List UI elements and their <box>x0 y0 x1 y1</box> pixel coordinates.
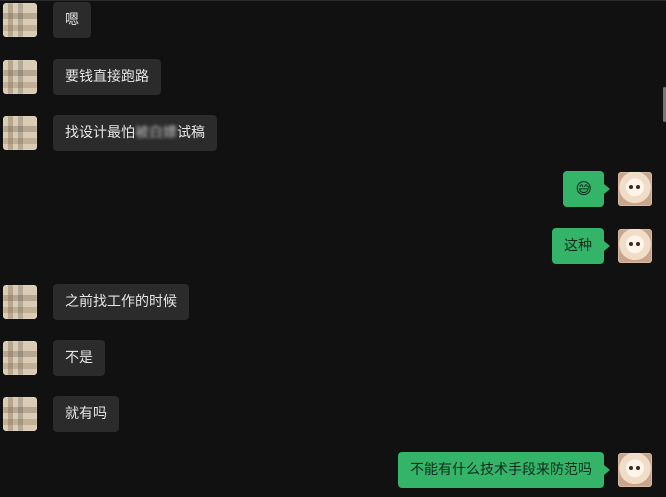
message-bubble[interactable]: 不能有什么技术手段来防范吗 <box>398 452 610 488</box>
avatar[interactable] <box>618 453 652 487</box>
message-bubble[interactable]: 要钱直接跑路 <box>53 59 161 95</box>
avatar[interactable] <box>3 397 37 431</box>
avatar[interactable] <box>3 341 37 375</box>
message-text: 要钱直接跑路 <box>65 69 149 85</box>
message-bubble[interactable]: 😅 <box>563 171 610 207</box>
message-text: 这种 <box>564 238 592 254</box>
message-text-tail: 试稿 <box>177 125 205 141</box>
blurred-text: 被白嫖 <box>135 125 177 141</box>
emoji: 😅 <box>575 179 592 198</box>
message-bubble[interactable]: 这种 <box>552 228 610 264</box>
message-text: 嗯 <box>65 12 79 28</box>
top-divider <box>0 0 666 1</box>
message-bubble[interactable]: 不是 <box>53 340 105 376</box>
avatar[interactable] <box>618 172 652 206</box>
avatar[interactable] <box>3 285 37 319</box>
avatar[interactable] <box>3 3 37 37</box>
message-text: 就有吗 <box>65 406 107 422</box>
avatar[interactable] <box>618 229 652 263</box>
message-text: 找设计最怕 <box>65 125 135 141</box>
message-text: 之前找工作的时候 <box>65 294 177 310</box>
message-bubble[interactable]: 嗯 <box>53 2 91 38</box>
avatar[interactable] <box>3 116 37 150</box>
avatar[interactable] <box>3 60 37 94</box>
chat-view: 嗯 要钱直接跑路 找设计最怕被白嫖试稿 😅 这种 之前找工作的时候 不是 就有吗… <box>0 0 666 497</box>
message-bubble[interactable]: 就有吗 <box>53 396 119 432</box>
message-text: 不能有什么技术手段来防范吗 <box>410 462 592 478</box>
message-bubble[interactable]: 之前找工作的时候 <box>53 284 189 320</box>
message-bubble[interactable]: 找设计最怕被白嫖试稿 <box>53 115 217 151</box>
message-text: 不是 <box>65 350 93 366</box>
